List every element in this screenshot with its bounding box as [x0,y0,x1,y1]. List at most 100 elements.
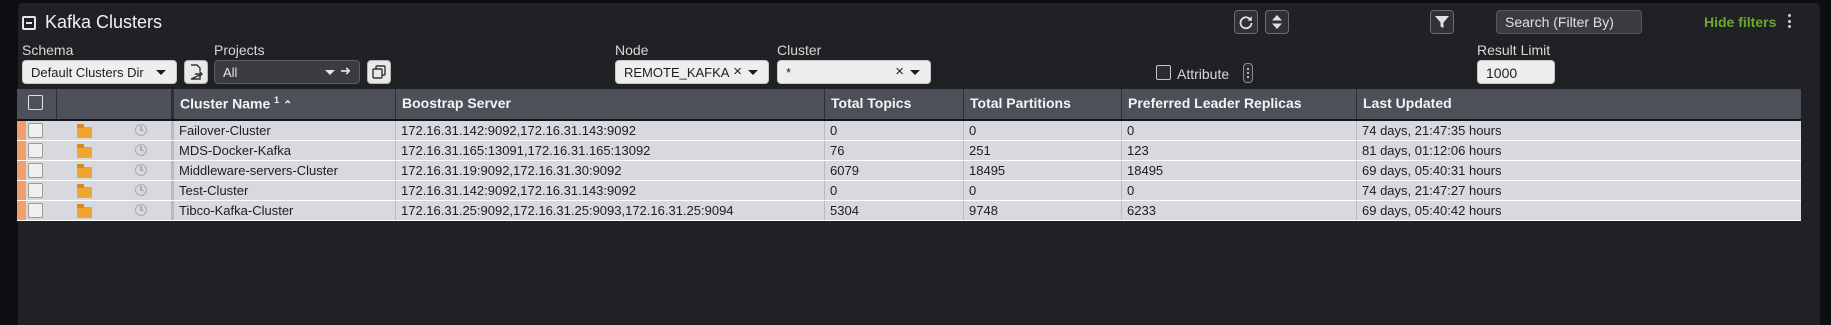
table-cell: 6233 [1121,201,1356,220]
table-cell: 81 days, 01:12:06 hours [1356,141,1558,160]
column-header-last-updated[interactable]: Last Updated [1356,89,1558,119]
copy-button[interactable] [367,60,391,84]
clear-icon[interactable]: × [733,63,742,80]
select-all-checkbox[interactable] [28,95,43,110]
hide-filters-link[interactable]: Hide filters [1704,14,1776,30]
table-row[interactable]: Middleware-servers-Cluster 172.16.31.19:9… [17,161,1801,181]
column-header-preferred-leader-replicas[interactable]: Preferred Leader Replicas [1121,89,1356,119]
table-cell: 74 days, 21:47:27 hours [1356,181,1558,200]
funnel-icon [1435,16,1449,28]
row-checkbox[interactable] [28,163,43,178]
minus-square-icon[interactable] [22,15,36,30]
column-label: Total Topics [831,95,912,111]
row-checkbox[interactable] [28,183,43,198]
table-cell: 251 [963,141,1121,160]
row-checkbox[interactable] [28,123,43,138]
row-marker [17,181,26,200]
folder-icon[interactable] [77,124,92,138]
table-cell: 172.16.31.142:9092,172.16.31.143:9092 [395,181,824,200]
attribute-label: Attribute [1177,66,1230,82]
projects-select[interactable]: All ➜ [214,60,360,84]
panel-header: Kafka Clusters [22,12,162,33]
export-button[interactable] [184,60,208,84]
actions-header [56,89,171,119]
search-input[interactable] [1496,10,1642,34]
table-cell: 0 [824,181,963,200]
clock-icon[interactable] [135,124,147,136]
table-header: Cluster Name 1 ⌃ Boostrap Server Total T… [17,89,1801,121]
cluster-value: * [786,65,792,80]
table-cell: MDS-Docker-Kafka [171,141,395,160]
row-marker [17,201,26,220]
column-header-bootstrap-server[interactable]: Boostrap Server [395,89,824,119]
table-cell: 69 days, 05:40:42 hours [1356,201,1558,220]
clear-icon[interactable]: × [895,63,904,80]
refresh-button[interactable] [1234,10,1258,34]
panel-title: Kafka Clusters [45,12,163,32]
table-cell: 172.16.31.19:9092,172.16.31.30:9092 [395,161,824,180]
table-cell: 172.16.31.25:9092,172.16.31.25:9093,172.… [395,201,824,220]
folder-icon[interactable] [77,164,92,178]
node-value: REMOTE_KAFKA [624,65,730,80]
sort-button[interactable] [1265,10,1289,34]
clock-icon[interactable] [135,184,147,196]
sort-ascending-icon: ⌃ [283,99,293,112]
table-row[interactable]: Test-Cluster 172.16.31.142:9092,172.16.31… [17,181,1801,201]
projects-label: Projects [214,42,265,58]
select-all-header [17,89,56,119]
table-cell: 18495 [963,161,1121,180]
clock-icon[interactable] [135,164,147,176]
table-body: Failover-Cluster 172.16.31.142:9092,172.1… [17,121,1801,221]
row-checkbox[interactable] [28,203,43,218]
table-cell: 5304 [824,201,963,220]
export-document-icon [190,64,203,80]
copy-icon [372,65,386,79]
table-cell: 0 [824,121,963,140]
column-header-total-partitions[interactable]: Total Partitions [963,89,1121,119]
table-row[interactable]: Failover-Cluster 172.16.31.142:9092,172.1… [17,121,1801,141]
folder-icon[interactable] [77,184,92,198]
attribute-menu-icon[interactable] [1243,63,1253,83]
table-cell: 123 [1121,141,1356,160]
table-cell: 172.16.31.142:9092,172.16.31.143:9092 [395,121,824,140]
table-cell: Test-Cluster [171,181,395,200]
clusters-table: Cluster Name 1 ⌃ Boostrap Server Total T… [17,89,1801,221]
kebab-menu-icon[interactable] [1786,11,1792,31]
folder-icon[interactable] [77,204,92,218]
projects-value: All [223,65,238,80]
table-cell: Middleware-servers-Cluster [171,161,395,180]
table-cell: 18495 [1121,161,1356,180]
table-row[interactable]: MDS-Docker-Kafka 172.16.31.165:13091,172.… [17,141,1801,161]
node-label: Node [615,42,649,58]
table-cell: 9748 [963,201,1121,220]
table-cell: 0 [963,181,1121,200]
node-select[interactable]: REMOTE_KAFKA × [615,60,769,84]
chevron-down-icon [910,70,920,75]
row-checkbox[interactable] [28,143,43,158]
cluster-select[interactable]: * × [777,60,931,84]
refresh-icon [1239,16,1253,30]
clock-icon[interactable] [135,204,147,216]
attribute-checkbox[interactable] [1156,65,1171,80]
column-label: Preferred Leader Replicas [1128,95,1302,111]
column-header-cluster-name[interactable]: Cluster Name 1 ⌃ [171,89,395,119]
row-marker [17,141,26,160]
filter-button[interactable] [1430,10,1454,34]
schema-value: Default Clusters Dir [31,65,144,80]
result-limit-value: 1000 [1486,65,1518,81]
table-cell: 0 [1121,181,1356,200]
column-label: Last Updated [1363,95,1452,111]
column-header-total-topics[interactable]: Total Topics [824,89,963,119]
chevron-down-icon [156,70,166,75]
sort-updown-icon [1272,15,1282,29]
result-limit-input[interactable]: 1000 [1477,60,1555,84]
schema-select[interactable]: Default Clusters Dir [22,60,177,84]
table-row[interactable]: Tibco-Kafka-Cluster 172.16.31.25:9092,172… [17,201,1801,221]
row-marker [17,161,26,180]
column-label: Cluster Name [180,95,271,112]
sort-order-badge: 1 [274,95,280,105]
row-marker [17,121,26,140]
arrow-right-icon[interactable]: ➜ [340,63,351,79]
folder-icon[interactable] [77,144,92,158]
clock-icon[interactable] [135,144,147,156]
